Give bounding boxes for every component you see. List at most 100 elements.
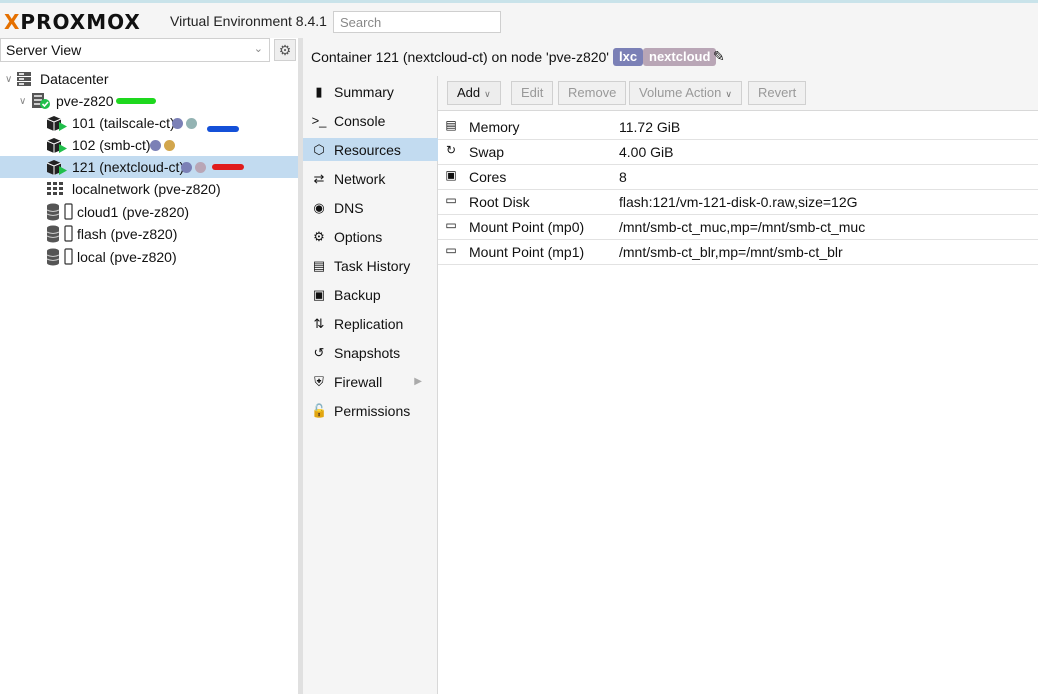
volume-action-button[interactable]: Volume Action ∨ (629, 81, 742, 105)
tag-dot (164, 140, 175, 151)
container-running-icon (46, 138, 67, 153)
nav-replication[interactable]: ⇅ Replication (303, 312, 438, 335)
resources-panel: Add ∨ Edit Remove Volume Action ∨ Revert ▤… (438, 76, 1038, 694)
search-input[interactable] (333, 11, 501, 33)
resource-tree-panel: Server View ⌄ ⚙ ∨ Datacenter ∨ pve-z820 (0, 38, 298, 694)
red-highlight-mark (212, 164, 244, 170)
chevron-down-icon: ∨ (484, 89, 491, 99)
content-titlebar: Container 121 (nextcloud-ct) on node 'pv… (303, 38, 1038, 76)
page-title: Container 121 (nextcloud-ct) on node 'pv… (311, 49, 609, 65)
nav-snapshots[interactable]: ↺ Snapshots (303, 341, 438, 364)
node-online-icon (32, 93, 50, 109)
tag-dot (172, 118, 183, 129)
top-bar: XPROXMOX Virtual Environment 8.4.1 (0, 0, 1038, 38)
nav-task-history[interactable]: ▤ Task History (303, 254, 438, 277)
resources-toolbar: Add ∨ Edit Remove Volume Action ∨ Revert (438, 76, 1038, 111)
tree-item-label: 101 (tailscale-ct) (72, 115, 175, 131)
tree-item-storage-local[interactable]: local (pve-z820) (0, 246, 298, 268)
floppy-icon: ▣ (312, 286, 326, 302)
view-selector[interactable]: Server View ⌄ (0, 38, 270, 62)
tag-dot (186, 118, 197, 129)
chevron-right-icon: ▶ (414, 376, 422, 387)
exchange-icon: ⇄ (313, 170, 325, 186)
tree-item-label: pve-z820 (56, 93, 114, 109)
tag-dot (195, 162, 206, 173)
add-button[interactable]: Add ∨ (447, 81, 501, 105)
tree-item-label: Datacenter (40, 71, 109, 87)
hdd-icon: ▭ (445, 193, 457, 207)
tree-item-container-102[interactable]: 102 (smb-ct) (0, 126, 298, 156)
hdd-icon: ▭ (445, 243, 457, 257)
tree-item-label: localnetwork (pve-z820) (72, 181, 221, 197)
server-rack-icon (17, 72, 31, 86)
view-selector-value: Server View (6, 42, 82, 58)
config-nav: ▮ Summary >_ Console ⬡ Resources ⇄ Network ◉… (303, 76, 438, 694)
logo-text: PROXMOX (20, 10, 141, 34)
blue-highlight-mark (207, 126, 239, 132)
table-row-mp0[interactable]: ▭ Mount Point (mp0) /mnt/smb-ct_muc,mp=/… (438, 214, 1038, 240)
nav-network[interactable]: ⇄ Network (303, 167, 438, 190)
logo-x: X (4, 10, 21, 34)
gear-icon: ⚙ (313, 228, 325, 244)
gear-icon: ⚙ (278, 42, 292, 58)
hdd-icon: ▭ (445, 218, 457, 232)
chevron-down-icon: ⌄ (253, 43, 263, 55)
nav-resources[interactable]: ⬡ Resources (303, 138, 438, 161)
nav-permissions[interactable]: 🔓 Permissions (303, 399, 438, 422)
tree-item-label: local (pve-z820) (77, 249, 177, 265)
table-row-memory[interactable]: ▤ Memory 11.72 GiB (438, 114, 1038, 140)
edit-button[interactable]: Edit (511, 81, 554, 105)
tree-settings-button[interactable]: ⚙ (274, 39, 296, 61)
memory-icon: ▤ (445, 118, 457, 132)
nav-backup[interactable]: ▣ Backup (303, 283, 438, 306)
tree-item-container-121[interactable]: 121 (nextcloud-ct) (0, 156, 298, 178)
table-row-mp1[interactable]: ▭ Mount Point (mp1) /mnt/smb-ct_blr,mp=/… (438, 239, 1038, 265)
list-icon: ▤ (312, 257, 326, 273)
retweet-icon: ⇅ (313, 315, 325, 331)
table-row-swap[interactable]: ↻ Swap 4.00 GiB (438, 139, 1038, 165)
nav-summary[interactable]: ▮ Summary (303, 80, 438, 103)
storage-icon (46, 248, 73, 266)
cube-icon: ⬡ (313, 141, 325, 157)
storage-icon (46, 225, 73, 243)
app-title: Virtual Environment 8.4.1 (170, 13, 327, 29)
container-running-icon (46, 116, 67, 131)
nav-firewall[interactable]: ⛨ Firewall ▶ (303, 370, 438, 393)
history-icon: ↺ (313, 344, 325, 360)
globe-icon: ◉ (313, 199, 325, 215)
tag-lxc: lxc (613, 48, 644, 66)
network-grid-icon (47, 182, 63, 195)
tree-item-storage-flash[interactable]: flash (pve-z820) (0, 223, 298, 245)
tree-item-storage-cloud1[interactable]: cloud1 (pve-z820) (0, 201, 298, 223)
nav-dns[interactable]: ◉ DNS (303, 196, 438, 219)
collapse-icon[interactable]: ∨ (19, 96, 26, 107)
revert-button[interactable]: Revert (748, 81, 807, 105)
chevron-down-icon: ∨ (725, 89, 732, 99)
book-icon: ▮ (315, 83, 323, 99)
edit-tags-pencil-icon[interactable]: ✎ (713, 48, 725, 65)
tree-item-label: 102 (smb-ct) (72, 137, 151, 153)
table-row-cores[interactable]: ▣ Cores 8 (438, 164, 1038, 190)
tag-nextcloud: nextcloud (643, 48, 717, 66)
tree-item-container-101[interactable]: 101 (tailscale-ct) (0, 112, 298, 134)
shield-icon: ⛨ (314, 373, 324, 389)
cpu-icon: ▣ (445, 168, 457, 182)
tree-item-localnetwork[interactable]: localnetwork (pve-z820) (0, 178, 298, 200)
tree-item-label: 121 (nextcloud-ct) (72, 159, 185, 175)
nav-console[interactable]: >_ Console (303, 109, 438, 132)
tree-item-node[interactable]: ∨ pve-z820 (0, 90, 298, 112)
tag-dot (150, 140, 161, 151)
tree-item-label: flash (pve-z820) (77, 226, 178, 242)
storage-icon (46, 203, 73, 221)
remove-button[interactable]: Remove (558, 81, 627, 105)
container-running-icon (46, 160, 67, 175)
terminal-icon: >_ (311, 113, 327, 128)
tag-dot (181, 162, 192, 173)
proxmox-logo[interactable]: XPROXMOX (4, 10, 141, 34)
unlock-icon: 🔓 (311, 402, 328, 418)
collapse-icon[interactable]: ∨ (5, 74, 12, 85)
table-row-root-disk[interactable]: ▭ Root Disk flash:121/vm-121-disk-0.raw,… (438, 189, 1038, 215)
nav-options[interactable]: ⚙ Options (303, 225, 438, 248)
tree-item-label: cloud1 (pve-z820) (77, 204, 190, 220)
tree-item-datacenter[interactable]: ∨ Datacenter (0, 68, 298, 90)
